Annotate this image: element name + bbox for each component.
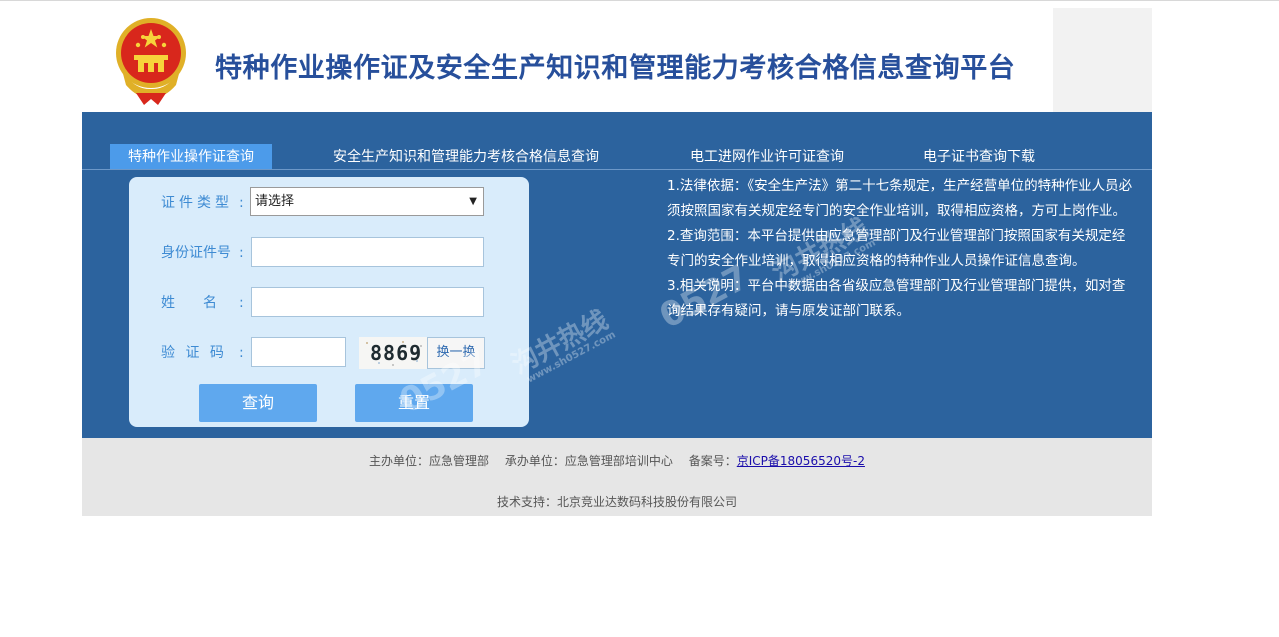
cert-type-selected-value: 请选择 xyxy=(255,194,295,209)
captcha-text: 8869 xyxy=(370,341,423,365)
chevron-down-icon: ▼ xyxy=(469,196,477,207)
footer-tech-support: 技术支持：北京竞业达数码科技股份有限公司 xyxy=(496,495,737,509)
captcha-image[interactable]: 8869 xyxy=(359,337,427,369)
top-border xyxy=(0,0,1279,1)
captcha-input[interactable] xyxy=(251,337,346,367)
instructions: 1.法律依据：《安全生产法》第二十七条规定，生产经营单位的特种作业人员必须按照国… xyxy=(667,174,1137,324)
id-number-row: 身份证件号 : xyxy=(129,237,529,269)
watermark-url: www.sh0527.com xyxy=(525,329,618,386)
footer-icp-label: 备案号： xyxy=(688,454,737,468)
reset-button[interactable]: 重置 xyxy=(355,384,473,422)
tab-electrician-permit[interactable]: 电工进网作业许可证查询 xyxy=(690,144,844,169)
tab-e-certificate-download[interactable]: 电子证书查询下载 xyxy=(923,144,1035,169)
header-right-panel xyxy=(1053,8,1152,112)
cert-type-row: 证件类型 : 请选择 ▼ xyxy=(129,187,529,219)
site-header: 特种作业操作证及安全生产知识和管理能力考核合格信息查询平台 xyxy=(82,8,1152,112)
note-legal-basis: 1.法律依据：《安全生产法》第二十七条规定，生产经营单位的特种作业人员必须按照国… xyxy=(667,178,1133,219)
footer-info: 主办单位：应急管理部 承办单位：应急管理部培训中心 备案号：京ICP备18056… xyxy=(82,452,1152,469)
icp-link[interactable]: 京ICP备18056520号-2 xyxy=(737,454,865,468)
query-button[interactable]: 查询 xyxy=(199,384,317,422)
cert-type-label: 证件类型 xyxy=(161,195,233,211)
footer-icp: 备案号：京ICP备18056520号-2 xyxy=(689,454,865,468)
colon: : xyxy=(239,295,244,311)
captcha-row: 验 证 码 : 8869 换一换 xyxy=(129,337,529,369)
site-footer: 主办单位：应急管理部 承办单位：应急管理部培训中心 备案号：京ICP备18056… xyxy=(82,438,1152,516)
note-description: 3.相关说明：平台中数据由各省级应急管理部门及行业管理部门提供，如对查询结果存有… xyxy=(667,278,1126,319)
name-row: 姓 名 : xyxy=(129,287,529,319)
colon: : xyxy=(239,245,244,261)
note-query-scope: 2.查询范围：本平台提供由应急管理部门及行业管理部门按照国家有关规定经专门的安全… xyxy=(667,228,1126,269)
captcha-label: 验 证 码 xyxy=(161,345,227,361)
footer-organizer: 承办单位：应急管理部培训中心 xyxy=(504,454,673,468)
query-form: 证件类型 : 请选择 ▼ 身份证件号 : 姓 名 : 验 证 码 : 8869 … xyxy=(129,177,529,427)
colon: : xyxy=(239,195,244,211)
page-container: 特种作业操作证及安全生产知识和管理能力考核合格信息查询平台 特种作业操作证查询 … xyxy=(82,8,1152,516)
id-number-label: 身份证件号 xyxy=(161,245,231,261)
name-label: 姓 名 xyxy=(161,295,217,311)
tab-safety-knowledge[interactable]: 安全生产知识和管理能力考核合格信息查询 xyxy=(333,144,599,169)
tab-bar: 特种作业操作证查询 安全生产知识和管理能力考核合格信息查询 电工进网作业许可证查… xyxy=(82,144,1152,169)
tab-divider xyxy=(82,169,1152,170)
colon: : xyxy=(239,345,244,361)
national-emblem-icon xyxy=(114,15,188,107)
id-number-input[interactable] xyxy=(251,237,484,267)
refresh-captcha-button[interactable]: 换一换 xyxy=(427,337,485,369)
footer-host: 主办单位：应急管理部 xyxy=(369,454,490,468)
tab-special-operation-cert[interactable]: 特种作业操作证查询 xyxy=(110,144,272,169)
site-title: 特种作业操作证及安全生产知识和管理能力考核合格信息查询平台 xyxy=(215,53,1016,84)
name-input[interactable] xyxy=(251,287,484,317)
cert-type-select[interactable]: 请选择 ▼ xyxy=(250,187,484,216)
query-panel: 特种作业操作证查询 安全生产知识和管理能力考核合格信息查询 电工进网作业许可证查… xyxy=(82,112,1152,438)
